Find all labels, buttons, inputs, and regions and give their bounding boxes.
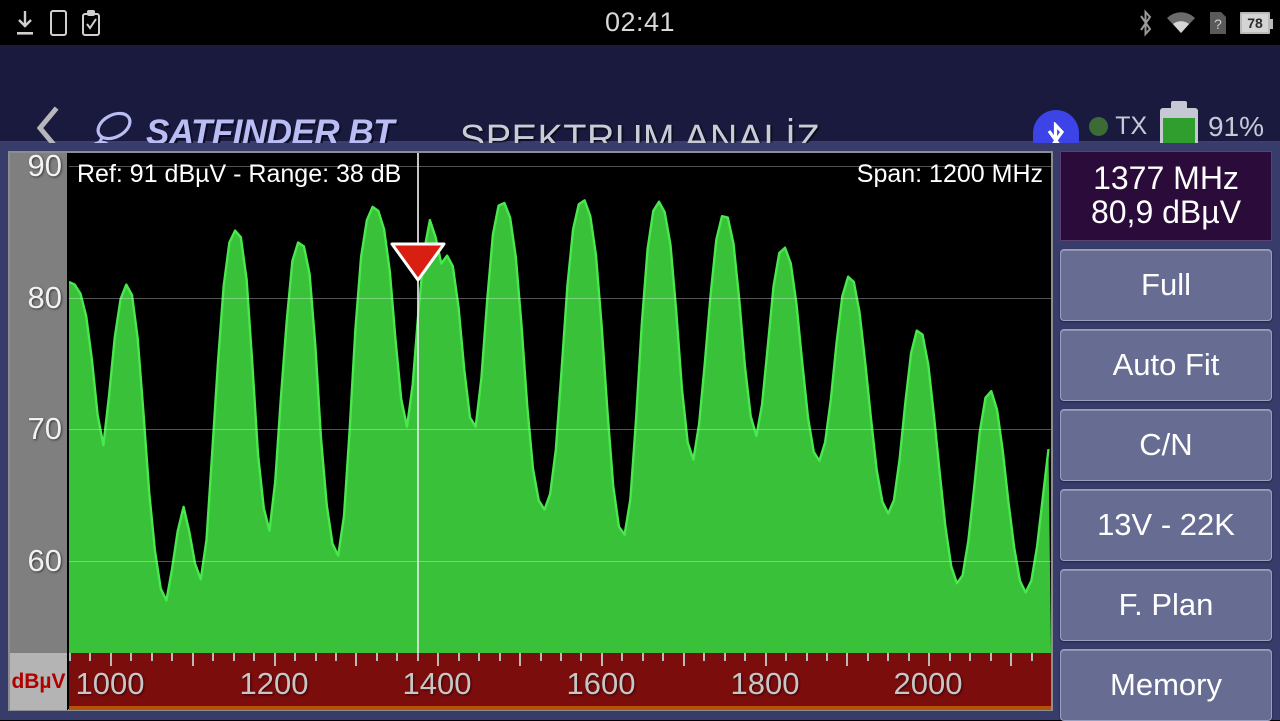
x-axis-minor-tick — [724, 653, 726, 661]
bluetooth-icon — [1140, 8, 1152, 37]
x-axis-minor-tick — [969, 653, 971, 661]
battery-status-icon: 78 — [1240, 11, 1273, 34]
x-axis-minor-tick — [253, 653, 255, 661]
x-axis-minor-tick — [744, 653, 746, 661]
x-axis-minor-tick — [580, 653, 582, 661]
marker-cursor-line[interactable] — [417, 153, 420, 653]
x-axis-minor-tick — [478, 653, 480, 661]
x-axis-minor-tick — [294, 653, 296, 661]
status-clock: 02:41 — [604, 7, 676, 37]
marker-frequency: 1377 MHz — [1093, 160, 1239, 197]
grid-line — [69, 561, 1051, 562]
x-axis-major-tick — [765, 653, 767, 666]
y-axis: 90 80 70 60 — [10, 148, 68, 653]
x-axis-tick-label: 1400 — [402, 666, 472, 701]
x-axis-major-tick — [519, 653, 521, 666]
x-axis-minor-tick — [560, 653, 562, 661]
x-axis-minor-tick — [949, 653, 951, 661]
x-axis-minor-tick — [806, 653, 808, 661]
main-content: 90 80 70 60 dBµV Ref: 91 dBµV - Range: 38 d… — [0, 143, 1280, 721]
x-axis-minor-tick — [887, 653, 889, 661]
x-axis-major-tick — [928, 653, 930, 666]
x-axis-major-tick — [1010, 653, 1012, 666]
x-axis-minor-tick — [1031, 653, 1033, 661]
android-status-bar: 02:41 ? 78 — [0, 0, 1280, 45]
svg-text:?: ? — [1214, 16, 1222, 32]
spectrum-plot-frame[interactable]: 90 80 70 60 dBµV Ref: 91 dBµV - Range: 38 d… — [8, 148, 1053, 711]
tx-label: TX — [1115, 112, 1148, 140]
x-axis-major-tick — [110, 653, 112, 666]
marker-level: 80,9 dBµV — [1090, 194, 1242, 230]
control-panel: 1377 MHz 80,9 dBµV Full Auto Fit C/N 13V… — [1060, 151, 1272, 721]
memory-button[interactable]: Memory — [1060, 649, 1272, 721]
y-axis-tick-label: 60 — [27, 543, 62, 578]
app-title-bar: SATFINDER BT SPEKTRUM ANALİZ TX RX 91% 3… — [0, 45, 1280, 174]
x-axis-minor-tick — [458, 653, 460, 661]
x-axis-minor-tick — [130, 653, 132, 661]
y-axis-tick-label: 80 — [27, 280, 62, 315]
x-axis-minor-tick — [662, 653, 664, 661]
x-axis-minor-tick — [785, 653, 787, 661]
x-axis-major-tick — [846, 653, 848, 666]
tx-indicator: TX — [1089, 114, 1150, 139]
x-axis-minor-tick — [212, 653, 214, 661]
voltage-button[interactable]: 13V - 22K — [1060, 489, 1272, 561]
x-axis-minor-tick — [335, 653, 337, 661]
x-axis-major-tick — [601, 653, 603, 666]
x-axis-minor-tick — [621, 653, 623, 661]
x-axis-major-tick — [192, 653, 194, 666]
x-axis-tick-label: 1600 — [566, 666, 636, 701]
battery-percent: 91% — [1207, 110, 1264, 142]
grid-line — [69, 429, 1051, 430]
x-axis: 1000 1200 1400 1600 1800 2000 — [69, 653, 1051, 710]
x-axis-tick-label: 1200 — [239, 666, 309, 701]
spectrum-trace — [69, 199, 1051, 653]
x-axis-minor-tick — [69, 653, 71, 661]
battery-percent-small: 78 — [1247, 14, 1263, 31]
x-axis-minor-tick — [867, 653, 869, 661]
x-axis-minor-tick — [908, 653, 910, 661]
x-axis-minor-tick — [499, 653, 501, 661]
x-axis-minor-tick — [396, 653, 398, 661]
wifi-icon — [1167, 11, 1195, 33]
auto-fit-button[interactable]: Auto Fit — [1060, 329, 1272, 401]
ref-range-label: Ref: 91 dBµV - Range: 38 dB — [77, 160, 402, 188]
x-axis-major-tick — [683, 653, 685, 666]
x-axis-minor-tick — [171, 653, 173, 661]
y-axis-tick-label: 70 — [27, 411, 62, 446]
x-axis-minor-tick — [990, 653, 992, 661]
x-axis-minor-tick — [826, 653, 828, 661]
status-right-icons: ? 78 — [1137, 0, 1273, 45]
tx-status-dot — [1089, 117, 1109, 136]
x-axis-major-tick — [355, 653, 357, 666]
x-axis-major-tick — [274, 653, 276, 666]
span-label: Span: 1200 MHz — [856, 160, 1043, 188]
y-axis-unit-label: dBµV — [11, 669, 66, 693]
x-axis-minor-tick — [540, 653, 542, 661]
full-button[interactable]: Full — [1060, 249, 1272, 321]
marker-readout: 1377 MHz 80,9 dBµV — [1060, 151, 1272, 241]
x-axis-minor-tick — [151, 653, 153, 661]
marker-triangle-icon[interactable] — [389, 241, 447, 283]
x-axis-minor-tick — [642, 653, 644, 661]
x-axis-minor-tick — [376, 653, 378, 661]
x-axis-minor-tick — [703, 653, 705, 661]
grid-line — [69, 298, 1051, 299]
grid-line — [69, 166, 1051, 167]
y-axis-unit: dBµV — [10, 653, 68, 710]
sim-unknown-icon: ? — [1210, 11, 1226, 34]
x-axis-minor-tick — [233, 653, 235, 661]
spectrum-plot-area[interactable]: Ref: 91 dBµV - Range: 38 dB Span: 1200 M… — [69, 153, 1051, 653]
x-axis-minor-tick — [417, 653, 419, 661]
x-axis-tick-label: 2000 — [893, 666, 963, 701]
x-axis-tick-label: 1800 — [730, 666, 800, 701]
x-axis-tick-label: 1000 — [75, 666, 145, 701]
f-plan-button[interactable]: F. Plan — [1060, 569, 1272, 641]
x-axis-major-tick — [437, 653, 439, 666]
x-axis-minor-tick — [315, 653, 317, 661]
x-axis-minor-tick — [89, 653, 91, 661]
y-axis-tick-label: 90 — [27, 148, 62, 183]
cn-button[interactable]: C/N — [1060, 409, 1272, 481]
